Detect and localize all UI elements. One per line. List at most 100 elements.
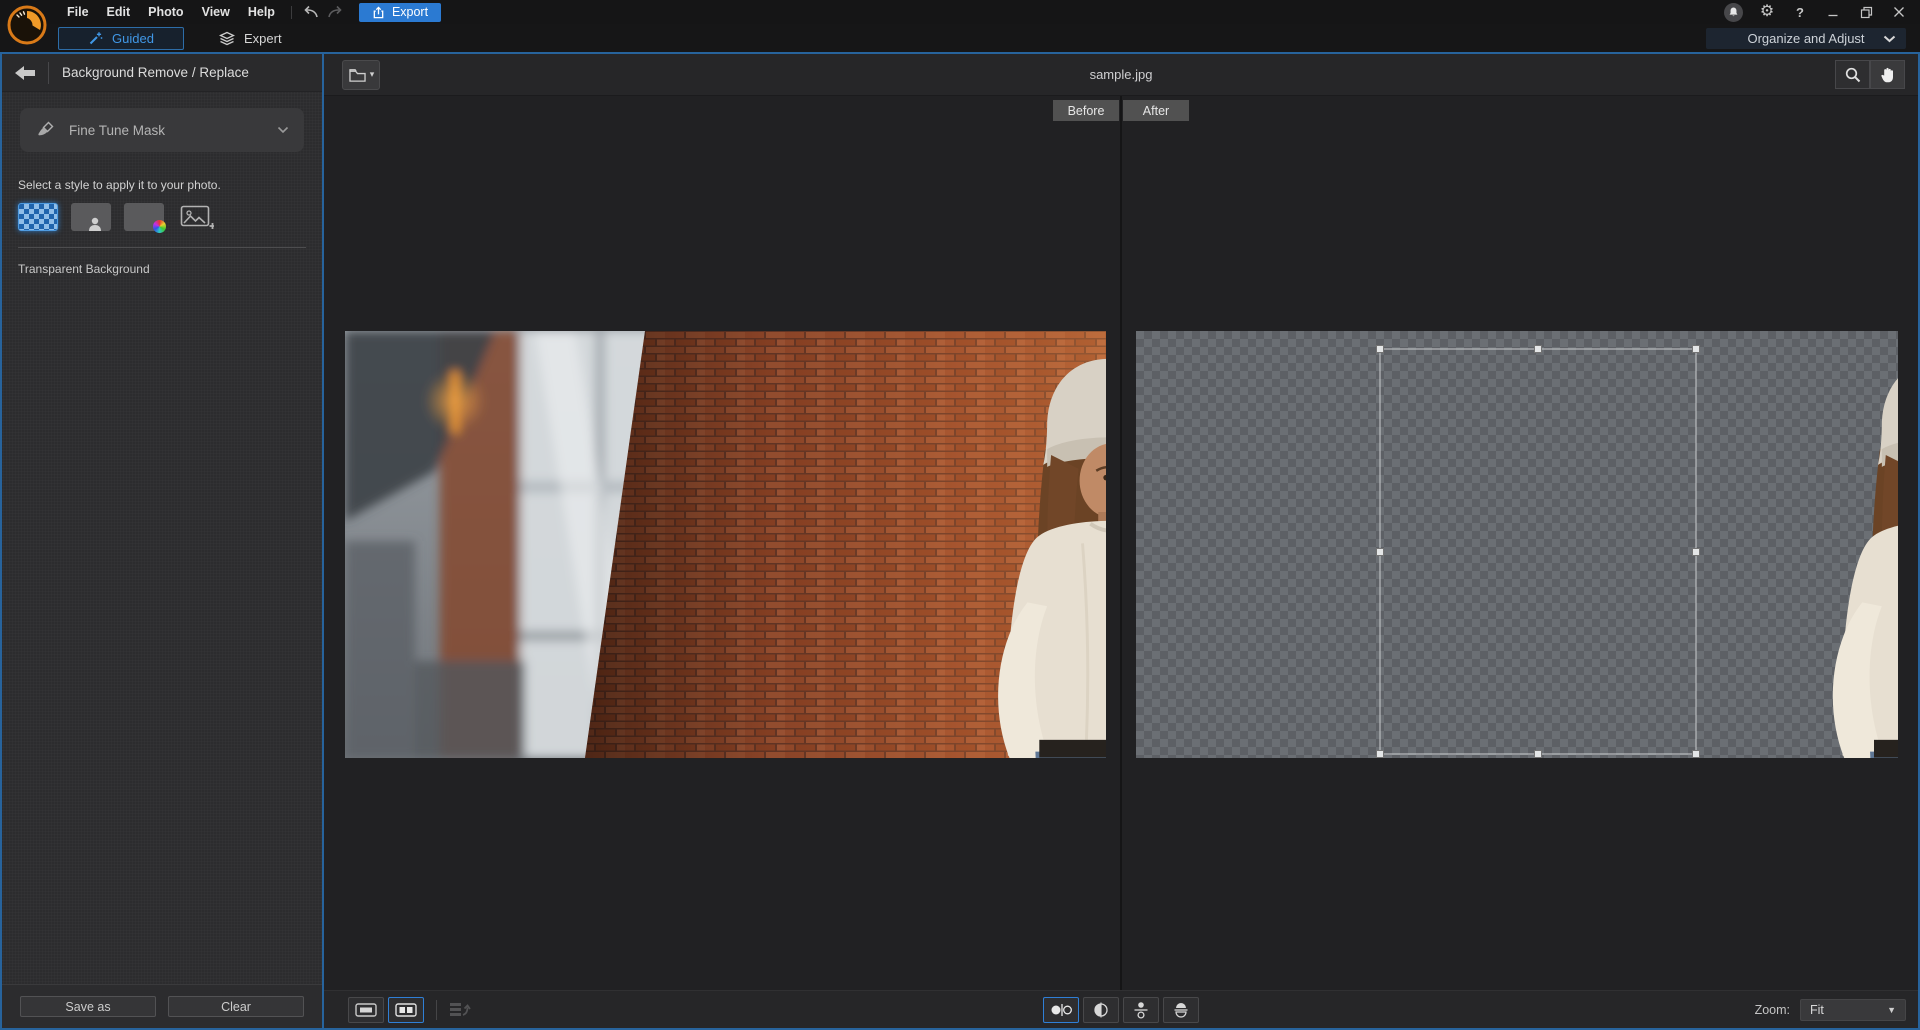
add-image-icon [180, 205, 214, 231]
compare-divider[interactable] [1120, 96, 1122, 990]
compare-top-bottom-button[interactable] [1123, 997, 1159, 1023]
style-solid-color-background[interactable] [124, 203, 164, 231]
view-mode-group [348, 997, 424, 1023]
auto-apply-disabled-button[interactable] [449, 1001, 471, 1019]
main-frame: Background Remove / Replace Fine Tune Ma… [0, 52, 1920, 1030]
footer-divider [436, 1000, 437, 1020]
panel-divider [18, 247, 306, 248]
zoom-select[interactable]: Fit ▼ [1800, 999, 1906, 1021]
after-badge: After [1123, 100, 1189, 121]
workspace-selector-label: Organize and Adjust [1747, 31, 1864, 46]
single-view-icon [355, 1003, 377, 1017]
export-icon [372, 6, 385, 19]
minimize-button[interactable] [1824, 3, 1842, 21]
compare-mode-group [1043, 997, 1199, 1023]
menu-photo[interactable]: Photo [139, 0, 192, 24]
back-button[interactable] [2, 64, 48, 82]
guided-edit-panel: Background Remove / Replace Fine Tune Ma… [2, 54, 324, 1028]
settings-gear-icon: ⚙ [1760, 4, 1774, 20]
compare-split-top-bottom-button[interactable] [1163, 997, 1199, 1023]
filename-label: sample.jpg [324, 67, 1918, 82]
style-transparent-background[interactable] [18, 203, 58, 231]
panel-header: Background Remove / Replace [2, 54, 322, 92]
photodirector-logo-icon[interactable] [7, 5, 47, 45]
magnifier-icon [1844, 66, 1862, 84]
style-custom-image-background[interactable] [177, 203, 217, 231]
split-circle-icon [1092, 1002, 1110, 1018]
tab-expert[interactable]: Expert [219, 31, 282, 46]
tab-guided-label: Guided [112, 31, 154, 46]
mode-tabbar: Guided Expert Organize and Adjust [0, 24, 1920, 52]
side-by-side-icon [1049, 1002, 1073, 1018]
split-top-bottom-icon [1172, 1001, 1190, 1019]
zoom-label: Zoom: [1755, 1003, 1790, 1017]
split-view-button[interactable] [388, 997, 424, 1023]
stacked-settings-icon [449, 1001, 471, 1019]
wand-icon [88, 31, 103, 46]
hand-icon [1880, 66, 1896, 83]
brush-icon [35, 120, 55, 140]
undo-button[interactable] [299, 2, 323, 22]
close-icon [1893, 6, 1905, 18]
maximize-icon [1860, 6, 1873, 19]
style-options-row [18, 203, 306, 231]
maximize-button[interactable] [1857, 3, 1875, 21]
workspace-selector[interactable]: Organize and Adjust [1706, 28, 1906, 49]
style-instruction: Select a style to apply it to your photo… [18, 178, 306, 192]
tab-guided[interactable]: Guided [58, 27, 184, 50]
menu-file[interactable]: File [58, 0, 98, 24]
top-bottom-icon [1132, 1001, 1150, 1019]
selected-style-label: Transparent Background [18, 262, 306, 276]
after-image[interactable] [1136, 331, 1898, 758]
split-view-icon [395, 1003, 417, 1017]
chevron-down-icon [277, 126, 289, 134]
compare-split-button[interactable] [1083, 997, 1119, 1023]
panel-body: Fine Tune Mask Select a style to apply i… [2, 92, 322, 984]
close-button[interactable] [1890, 3, 1908, 21]
canvas-region: sample.jpg ▾ [324, 54, 1918, 1028]
header-divider [48, 62, 49, 84]
panel-title: Background Remove / Replace [62, 65, 249, 80]
panel-footer: Save as Clear [2, 984, 322, 1028]
menu-edit[interactable]: Edit [98, 0, 140, 24]
tool-selector-label: Fine Tune Mask [69, 123, 165, 138]
export-button[interactable]: Export [359, 3, 441, 22]
zoom-tool-button[interactable] [1835, 60, 1870, 89]
settings-button[interactable]: ⚙ [1758, 3, 1776, 21]
compare-view: Before After [324, 96, 1918, 990]
before-image[interactable] [345, 331, 1106, 758]
dropdown-triangle-icon: ▼ [1887, 1005, 1896, 1015]
single-view-button[interactable] [348, 997, 384, 1023]
undo-icon [301, 5, 321, 19]
notification-bell-icon [1728, 6, 1739, 18]
back-arrow-icon [12, 64, 38, 82]
minimize-icon [1827, 6, 1839, 18]
zoom-value: Fit [1810, 1003, 1824, 1017]
help-icon: ? [1796, 5, 1804, 20]
menu-bar: File Edit Photo View Help [58, 0, 284, 24]
titlebar: File Edit Photo View Help Export [0, 0, 1920, 24]
menu-help[interactable]: Help [239, 0, 284, 24]
clear-button[interactable]: Clear [168, 996, 304, 1017]
canvas-footer: Zoom: Fit ▼ [324, 990, 1918, 1028]
redo-button[interactable] [323, 2, 347, 22]
before-badge: Before [1053, 100, 1119, 121]
person-silhouette-icon [80, 215, 102, 231]
menu-view[interactable]: View [193, 0, 239, 24]
canvas-tools [1835, 60, 1905, 89]
compare-side-by-side-button[interactable] [1043, 997, 1079, 1023]
toolbar-divider [291, 6, 292, 19]
pan-tool-button[interactable] [1870, 60, 1905, 89]
tool-selector-dropdown[interactable]: Fine Tune Mask [20, 108, 304, 152]
browse-folder-button[interactable]: ▾ [342, 60, 380, 90]
canvas-header: sample.jpg ▾ [324, 54, 1918, 96]
color-wheel-icon [153, 220, 166, 233]
notification-button[interactable] [1724, 3, 1743, 22]
folder-icon [348, 67, 367, 83]
help-button[interactable]: ? [1791, 3, 1809, 21]
folder-dropdown-caret: ▾ [370, 69, 375, 80]
window-controls: ⚙ ? [1724, 3, 1920, 22]
save-as-button[interactable]: Save as [20, 996, 156, 1017]
chevron-down-icon [1883, 35, 1896, 43]
style-person-backdrop-background[interactable] [71, 203, 111, 231]
